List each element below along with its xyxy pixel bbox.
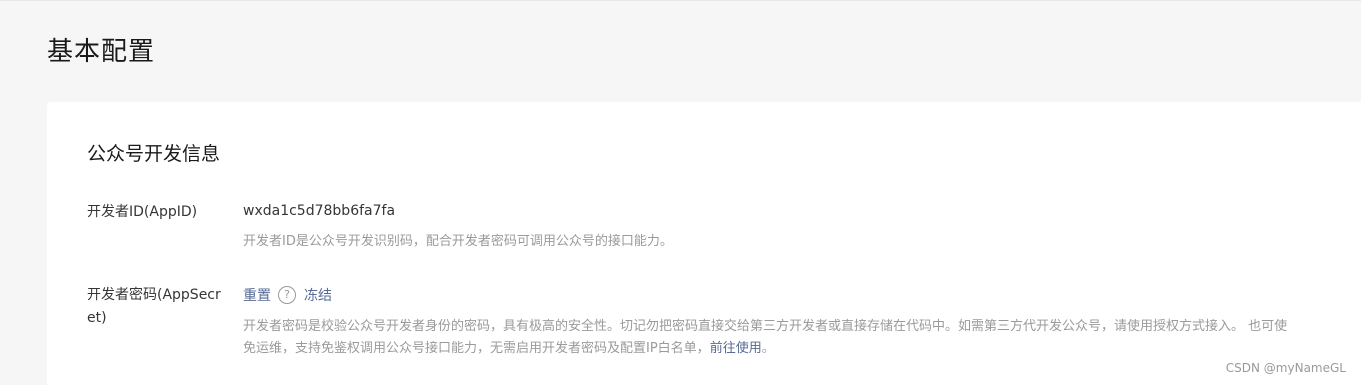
appsecret-description-text: 免运维，支持免鉴权调用公众号接口能力，无需启用开发者密码及配置IP白名单， — [243, 341, 710, 356]
section-title: 公众号开发信息 — [87, 143, 221, 165]
appid-description: 开发者ID是公众号开发识别码，配合开发者密码可调用公众号的接口能力。 — [243, 234, 673, 249]
appid-value: wxda1c5d78bb6fa7fa — [243, 203, 396, 219]
watermark: CSDN @myNameGL — [1225, 361, 1346, 375]
help-icon[interactable]: ? — [278, 286, 296, 304]
appsecret-actions: 重置? 冻结 — [243, 285, 332, 306]
appsecret-description-line2: 免运维，支持免鉴权调用公众号接口能力，无需启用开发者密码及配置IP白名单，前往使… — [243, 338, 775, 360]
appid-label: 开发者ID(AppID) — [87, 204, 198, 220]
appsecret-description-line1: 开发者密码是校验公众号开发者身份的密码，具有极高的安全性。切记勿把密码直接交给第… — [243, 319, 1288, 334]
reset-secret-link[interactable]: 重置 — [243, 288, 271, 304]
go-use-link[interactable]: 前往使用 — [710, 341, 762, 356]
freeze-secret-link[interactable]: 冻结 — [304, 288, 332, 304]
dev-info-card: 公众号开发信息 开发者ID(AppID) wxda1c5d78bb6fa7fa … — [47, 102, 1361, 385]
appsecret-label: 开发者密码(AppSecret) — [87, 287, 221, 326]
description-period: 。 — [761, 341, 775, 356]
page-title: 基本配置 — [47, 37, 156, 67]
page: 基本配置 公众号开发信息 开发者ID(AppID) wxda1c5d78bb6f… — [0, 0, 1361, 385]
